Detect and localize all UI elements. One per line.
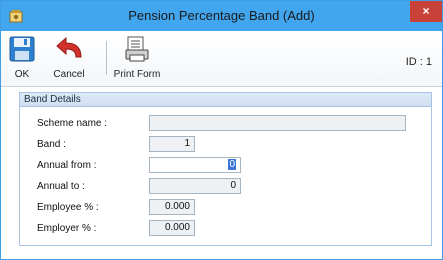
- employer-pct-field[interactable]: 0.000: [149, 220, 195, 236]
- annual-from-value: 0: [228, 159, 236, 170]
- print-form-label: Print Form: [113, 69, 161, 80]
- undo-arrow-icon: [41, 35, 97, 66]
- window-title: Pension Percentage Band (Add): [128, 8, 315, 23]
- annual-to-field[interactable]: 0: [149, 178, 241, 194]
- band-label: Band :: [37, 139, 66, 150]
- cancel-button[interactable]: Cancel: [41, 35, 97, 83]
- save-icon: [7, 35, 37, 66]
- ok-button[interactable]: OK: [7, 35, 37, 83]
- toolbar: OK Cancel Print Form ID: 1: [1, 32, 442, 87]
- toolbar-separator: [106, 41, 107, 75]
- record-id: ID : 1: [405, 56, 432, 68]
- band-field[interactable]: 1: [149, 136, 195, 152]
- annual-from-label: Annual from :: [37, 160, 97, 171]
- employer-pct-label: Employer % :: [37, 223, 97, 234]
- employee-pct-label: Employee % :: [37, 202, 99, 213]
- print-form-icon: [111, 35, 163, 66]
- cancel-label: Cancel: [53, 69, 85, 80]
- print-form-button[interactable]: Print Form: [111, 35, 163, 83]
- scheme-name-label: Scheme name :: [37, 118, 108, 129]
- scheme-name-field[interactable]: [149, 115, 406, 131]
- annual-to-label: Annual to :: [37, 181, 85, 192]
- ok-label: OK: [14, 69, 30, 80]
- title-bar[interactable]: Pension Percentage Band (Add) ×: [1, 1, 442, 31]
- band-details-group: Band Details Scheme name : Band : 1 Annu…: [19, 92, 432, 246]
- dialog-window: Pension Percentage Band (Add) × OK Cance…: [0, 0, 443, 260]
- close-button[interactable]: ×: [410, 1, 442, 22]
- group-header: Band Details: [20, 93, 431, 107]
- annual-from-field[interactable]: 0: [149, 157, 241, 173]
- employee-pct-field[interactable]: 0.000: [149, 199, 195, 215]
